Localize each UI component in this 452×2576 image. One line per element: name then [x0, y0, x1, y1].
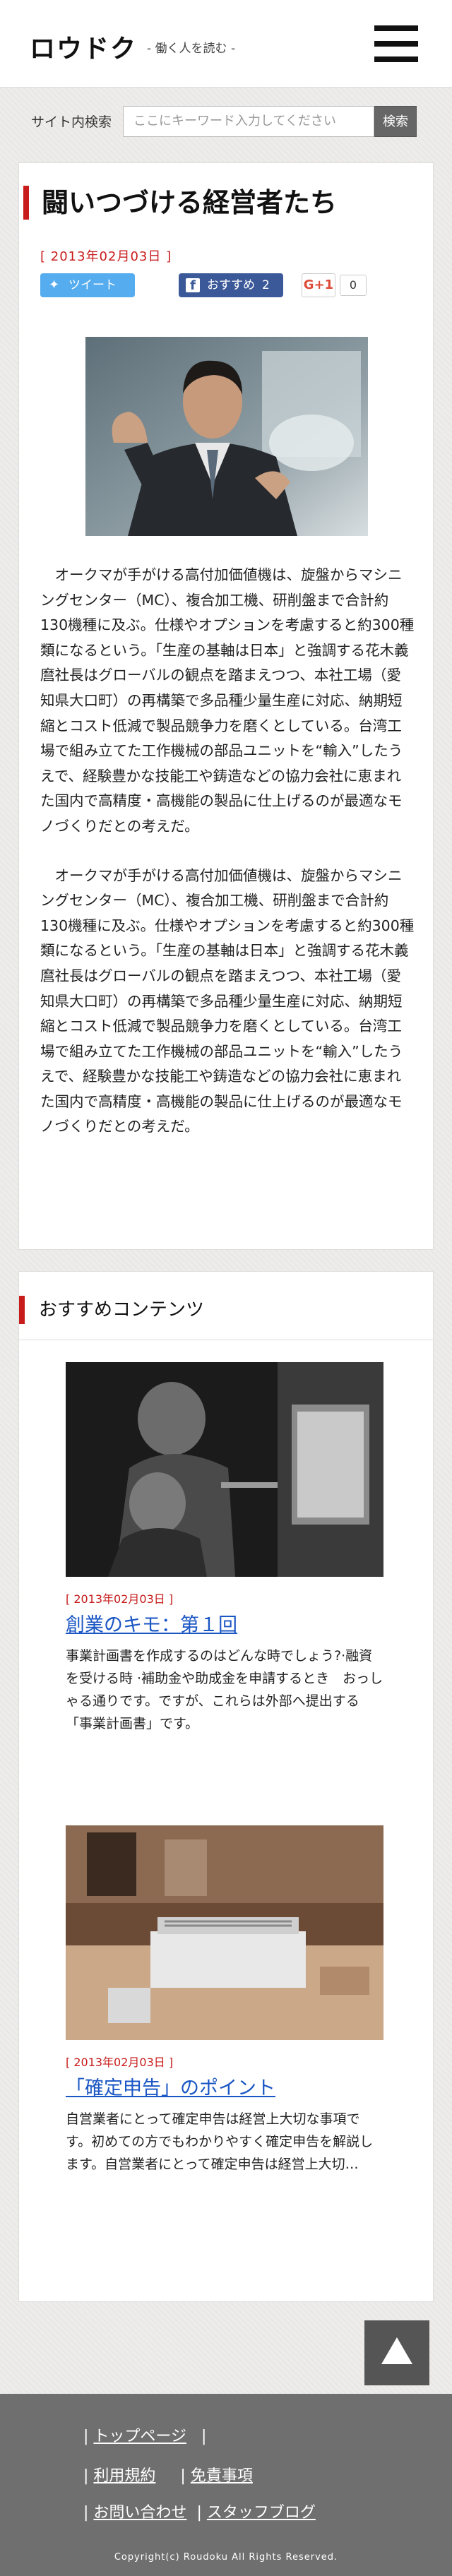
- recommended-description: 自営業者にとって確定申告は経営上大切な事項です。初めての方でもわかりやすく確定申…: [66, 2111, 374, 2172]
- article-date: [ 2013年02月03日 ]: [40, 249, 172, 264]
- article-title: 闘いつづける経営者たち: [23, 186, 337, 220]
- copyright: Copyright(c) Roudoku All Rights Reserved…: [114, 2552, 338, 2563]
- recommended-link[interactable]: 創業のキモ：第１回: [66, 1609, 237, 1637]
- facebook-count: 2: [262, 278, 270, 292]
- footer-link-contact[interactable]: お問い合わせ: [93, 2504, 186, 2522]
- site-footer: | トップページ | | 利用規約 | 免責事項 | お問い合わせ | スタッフ…: [0, 2394, 452, 2576]
- search-label: サイト内検索: [31, 114, 112, 130]
- arrow-up-icon: [381, 2337, 412, 2364]
- footer-link-top[interactable]: トップページ: [93, 2428, 186, 2445]
- tweet-label: ツイート: [69, 278, 117, 292]
- search-input[interactable]: ここにキーワード入力してください: [123, 106, 374, 137]
- article-card: 闘いつづける経営者たち [ 2013年02月03日 ] ✦ ツイート f おすす…: [18, 162, 434, 1250]
- footer-nav-row: | お問い合わせ | スタッフブログ: [83, 2500, 316, 2522]
- footer-link-disclaimer[interactable]: 免責事項: [191, 2467, 253, 2485]
- site-search: サイト内検索 ここにキーワード入力してください 検索: [0, 88, 452, 155]
- recommended-image[interactable]: [66, 1362, 383, 1577]
- facebook-label: おすすめ: [207, 278, 255, 292]
- separator: |: [83, 2428, 89, 2445]
- recommended-description: 事業計画書を作成するのはどんな時でしょう?·融資を受ける時 ·補助金や助成金を申…: [66, 1648, 383, 1731]
- recommended-date: [ 2013年02月03日 ]: [66, 1592, 174, 1606]
- article-body: オークマが手がける高付加価値機は、旋盤からマシニングセンター（MC）、複合加工機…: [40, 563, 415, 1164]
- yakiniku-grill-photo: [66, 1825, 383, 2040]
- separator: |: [201, 2428, 207, 2445]
- recommended-item: [ 2013年02月03日 ] 「確定申告」のポイント 自営業者にとって確定申告…: [66, 1825, 383, 2172]
- site-header: ロウドク - 働く人を読む -: [0, 0, 452, 88]
- google-plus-button[interactable]: G+1: [302, 273, 335, 297]
- google-plus-count: 0: [340, 275, 367, 296]
- share-buttons: ✦ ツイート f おすすめ 2 G+1 0: [40, 273, 422, 297]
- office-workers-photo: [66, 1362, 383, 1577]
- footer-nav-row: | 利用規約 | 免責事項: [83, 2463, 253, 2486]
- facebook-icon: f: [186, 278, 200, 293]
- tweet-button[interactable]: ✦ ツイート: [40, 273, 135, 297]
- footer-nav-row: | トップページ |: [83, 2423, 206, 2446]
- separator: |: [180, 2467, 186, 2485]
- back-to-top-button[interactable]: [364, 2320, 429, 2385]
- footer-link-terms[interactable]: 利用規約: [93, 2467, 155, 2485]
- site-tagline: - 働く人を読む -: [147, 42, 236, 56]
- recommended-item: [ 2013年02月03日 ] 創業のキモ：第１回 事業計画書を作成するのはどん…: [66, 1362, 383, 1731]
- recommended-image[interactable]: [66, 1825, 383, 2040]
- separator: |: [83, 2467, 89, 2485]
- site-logo[interactable]: ロウドク: [30, 28, 137, 65]
- recommended-section: おすすめコンテンツ [ 2013年02月03日 ] 創業のキモ：第１回 事業計画…: [18, 1271, 434, 2302]
- facebook-recommend-button[interactable]: f おすすめ 2: [179, 273, 283, 297]
- article-hero-image: [85, 337, 368, 536]
- article-paragraph: オークマが手がける高付加価値機は、旋盤からマシニングセンター（MC）、複合加工機…: [40, 866, 415, 1135]
- recommended-date: [ 2013年02月03日 ]: [66, 2056, 174, 2069]
- article-paragraph: オークマが手がける高付加価値機は、旋盤からマシニングセンター（MC）、複合加工機…: [40, 566, 415, 835]
- recommended-title: おすすめコンテンツ: [19, 1296, 433, 1324]
- speaker-photo: [85, 337, 368, 536]
- footer-link-blog[interactable]: スタッフブログ: [207, 2504, 316, 2522]
- recommended-link[interactable]: 「確定申告」のポイント: [66, 2073, 275, 2100]
- search-button[interactable]: 検索: [374, 106, 417, 137]
- separator: |: [196, 2504, 202, 2522]
- separator: |: [83, 2504, 89, 2522]
- twitter-bird-icon: ✦: [49, 278, 60, 292]
- hamburger-menu-icon[interactable]: [374, 25, 418, 62]
